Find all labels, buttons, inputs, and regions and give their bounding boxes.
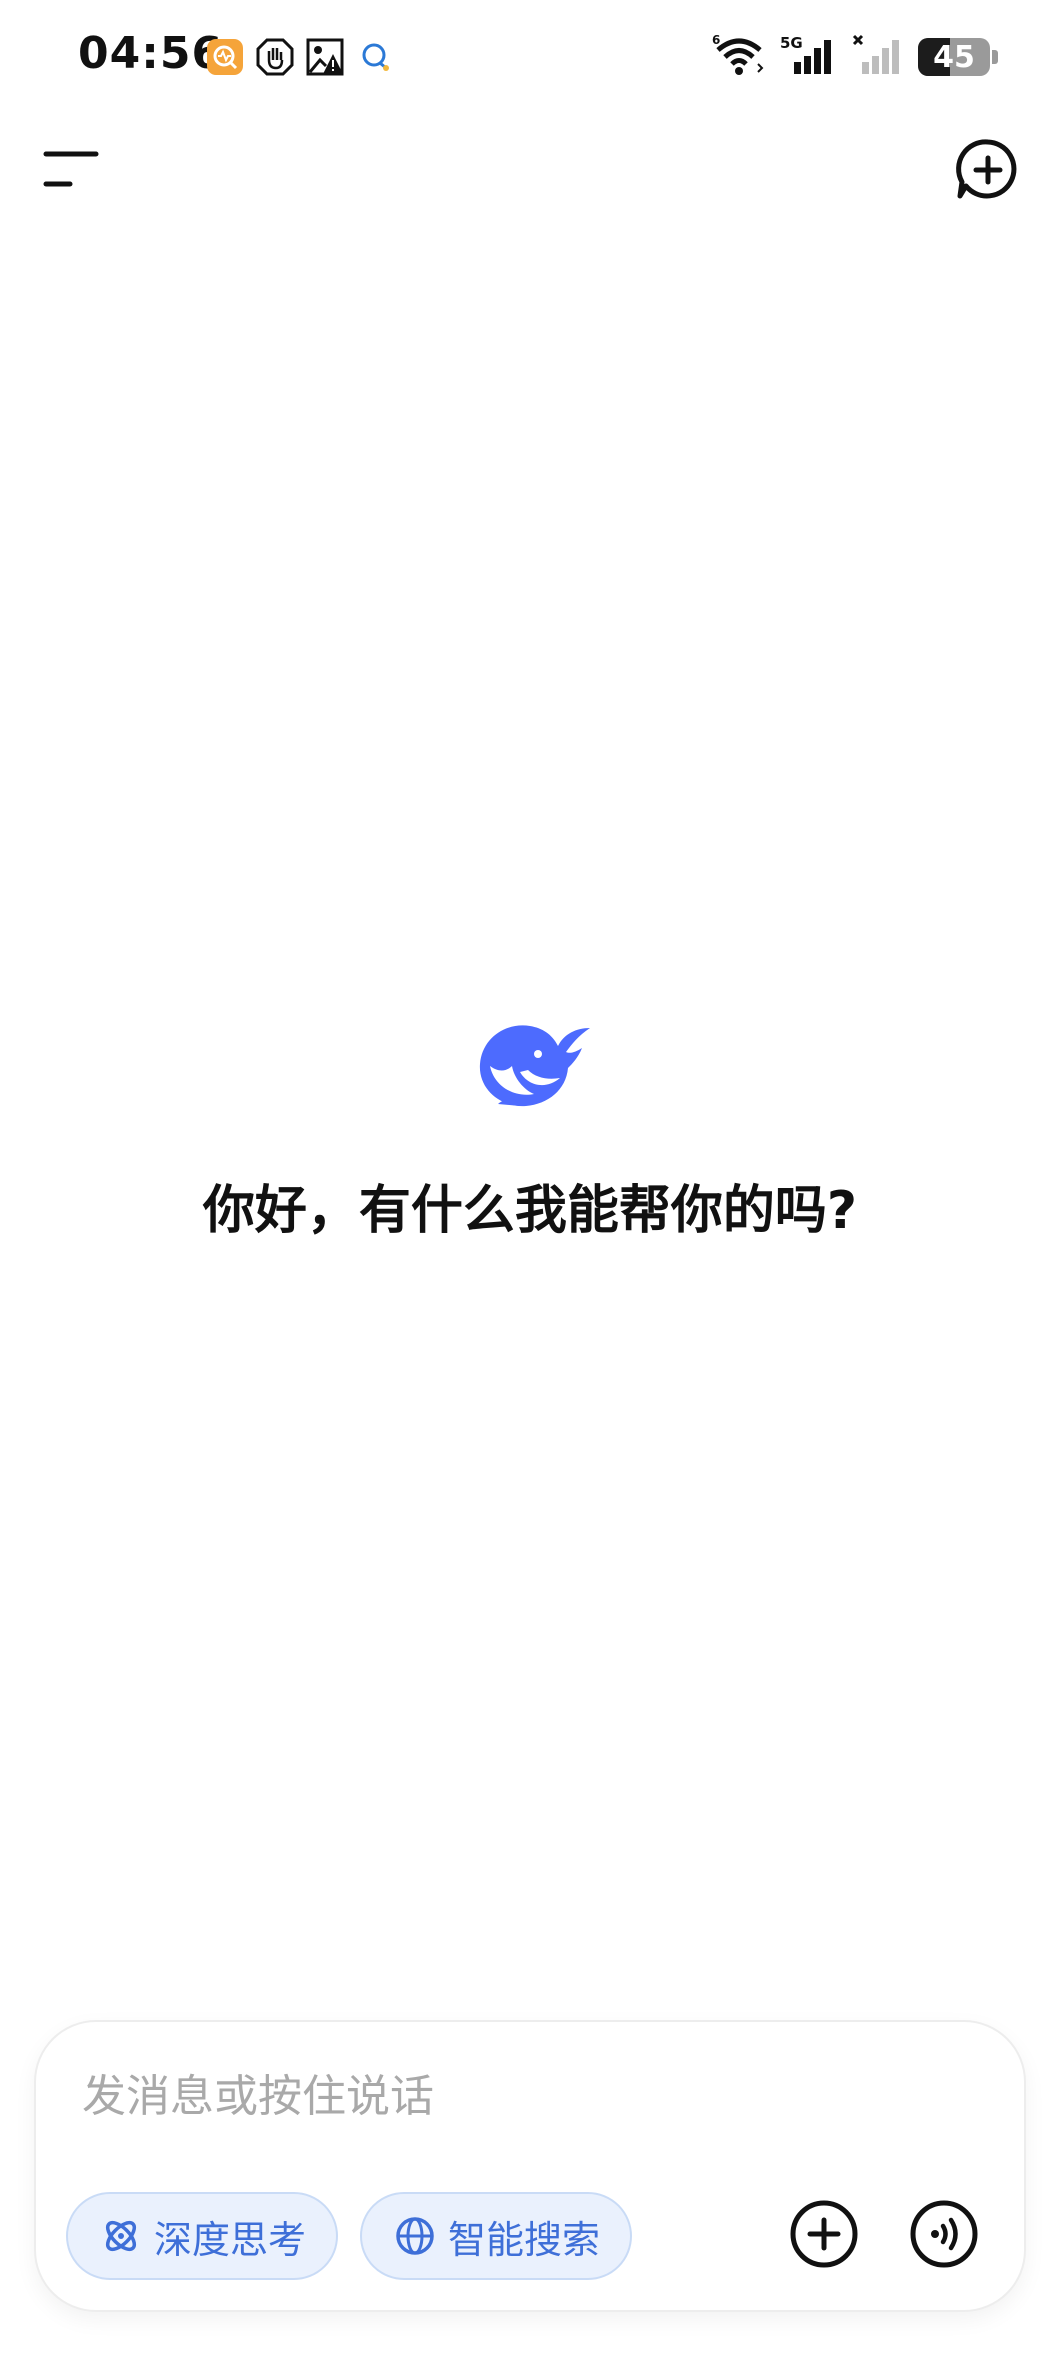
hand-block-icon (256, 38, 294, 76)
message-composer: 深度思考 智能搜索 (36, 2022, 1024, 2310)
smart-search-label: 智能搜索 (448, 2217, 601, 2262)
atom-icon (105, 2220, 137, 2252)
attach-button[interactable] (788, 2198, 860, 2270)
status-time: 04:56 (78, 28, 224, 79)
signal-no-sim-icon (852, 34, 904, 80)
smart-search-button[interactable]: 智能搜索 (360, 2192, 632, 2280)
menu-icon (43, 151, 99, 187)
battery-cap (992, 50, 998, 64)
wifi-icon: 6 (712, 33, 766, 80)
globe-icon (396, 2217, 434, 2255)
system-icons: 6 5G 45 (712, 33, 998, 80)
svg-text:6: 6 (712, 34, 720, 47)
deepseek-whale-logo (468, 1016, 592, 1112)
new-chat-button[interactable] (952, 134, 1024, 206)
deep-think-button[interactable]: 深度思考 (66, 2192, 338, 2280)
new-chat-icon (956, 139, 1017, 199)
chat-bubble-icon (356, 38, 394, 76)
plus-circle-icon (790, 2200, 858, 2268)
signal-5g-icon: 5G (780, 34, 838, 80)
message-input[interactable] (82, 2046, 962, 2146)
voice-button[interactable] (908, 2198, 980, 2270)
health-app-icon (206, 38, 244, 76)
menu-button[interactable] (40, 140, 110, 200)
voice-wave-icon (910, 2200, 978, 2268)
status-bar: 04:56 6 5G 45 (0, 0, 1060, 116)
battery-level: 45 (933, 39, 975, 75)
battery-icon: 45 (918, 38, 998, 76)
image-alert-icon (306, 38, 344, 76)
notification-icons (206, 38, 394, 76)
network-label: 5G (780, 34, 803, 52)
greeting-text: 你好，有什么我能帮你的吗? (202, 1181, 858, 1241)
deep-think-label: 深度思考 (154, 2217, 307, 2262)
battery-body: 45 (918, 38, 990, 76)
